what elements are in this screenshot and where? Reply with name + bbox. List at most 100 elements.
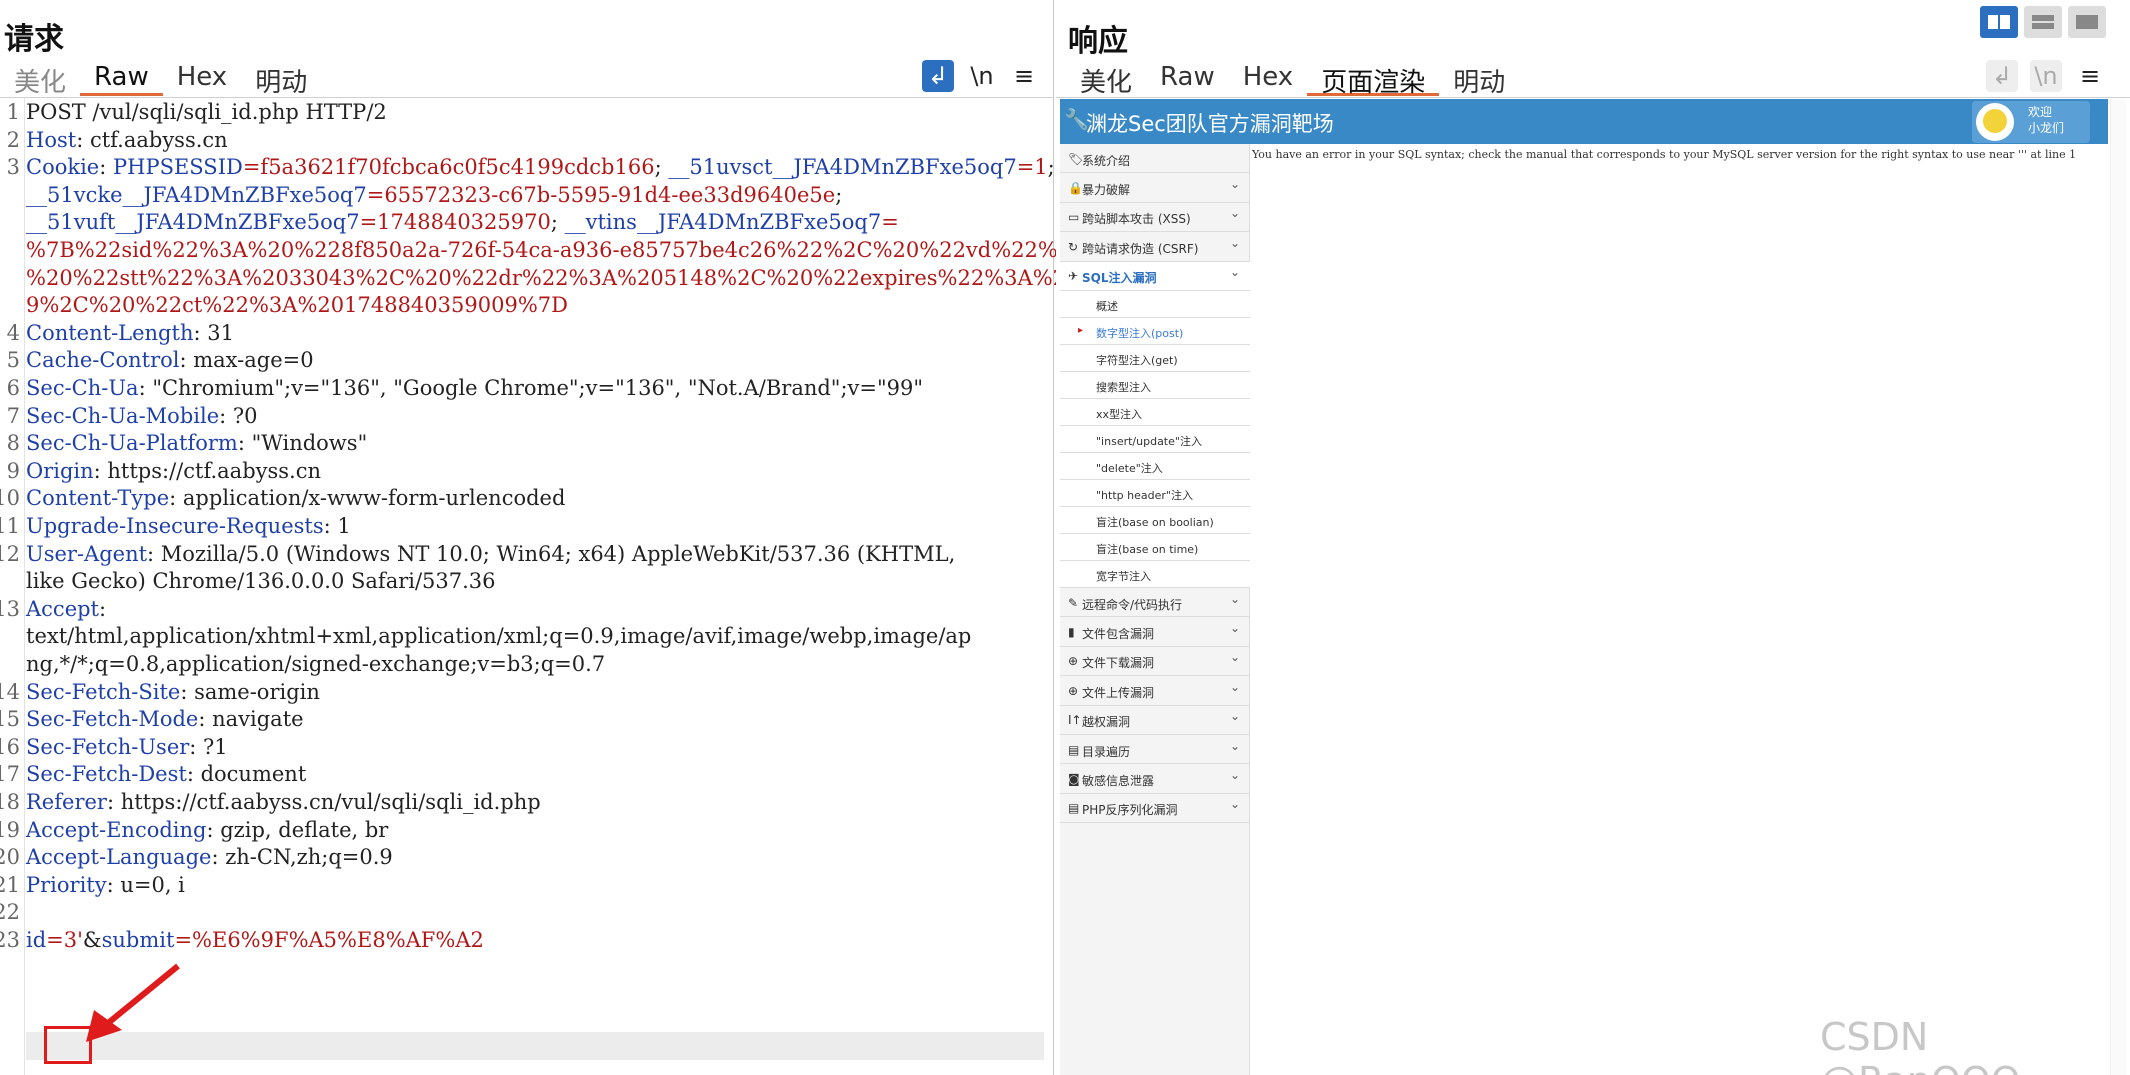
line-number: 18 xyxy=(0,790,20,814)
code-text: : application/x-www-form-urlencoded xyxy=(169,486,566,511)
tab-pretty[interactable]: 美化 xyxy=(0,58,80,98)
sidebar-item[interactable]: ▤ PHP反序列化漏洞 ⌄ xyxy=(1060,794,1250,824)
header-name: Content-Length xyxy=(26,320,194,345)
sidebar-label: xx型注入 xyxy=(1096,407,1143,421)
code-line[interactable]: __51vuft__JFA4DMnZBFxe5oq7=1748840325970… xyxy=(26,210,899,234)
sidebar-subitem[interactable]: ▸ 数字型注入(post) xyxy=(1060,318,1250,345)
code-text: ng,*/*;q=0.8,application/signed-exchange… xyxy=(26,652,606,676)
layout-side-by-side-icon[interactable] xyxy=(1980,6,2018,38)
code-line[interactable]: id=3'&submit=%E6%9F%A5%E8%AF%A2 xyxy=(26,928,484,952)
code-line[interactable]: Accept-Encoding: gzip, deflate, br xyxy=(26,818,388,842)
layout-stacked-icon[interactable] xyxy=(2024,6,2062,38)
header-name: Sec-Fetch-Mode xyxy=(26,707,199,732)
tab-render[interactable]: 页面渲染 xyxy=(1307,58,1440,98)
sidebar-subitem[interactable]: xx型注入 xyxy=(1060,399,1250,426)
sidebar-subitem[interactable]: 宽字节注入 xyxy=(1060,561,1250,588)
menu-icon: ⊕ xyxy=(1068,654,1079,669)
code-text: like Gecko) Chrome/136.0.0.0 Safari/537.… xyxy=(26,569,496,594)
code-line[interactable]: Accept-Language: zh-CN,zh;q=0.9 xyxy=(26,845,393,869)
sidebar-subitem[interactable]: "insert/update"注入 xyxy=(1060,426,1250,453)
sidebar-item[interactable]: ▭ 跨站脚本攻击 (XSS) ⌄ xyxy=(1060,203,1250,233)
code-line[interactable]: Sec-Ch-Ua: "Chromium";v="136", "Google C… xyxy=(26,376,923,400)
line-number: 12 xyxy=(0,541,20,566)
show-newlines-icon[interactable]: \n xyxy=(2030,60,2062,92)
sidebar-subitem[interactable]: 盲注(base on time) xyxy=(1060,534,1250,561)
header-name: Referer xyxy=(26,790,107,814)
layout-tabs-icon[interactable] xyxy=(2068,6,2106,38)
code-line[interactable]: Sec-Ch-Ua-Mobile: ?0 xyxy=(26,404,258,428)
chevron-down-icon: ⌄ xyxy=(1229,797,1240,812)
sidebar-item[interactable]: 🔒 暴力破解 ⌄ xyxy=(1060,173,1250,203)
sidebar-subitem[interactable]: 字符型注入(get) xyxy=(1060,345,1250,372)
sidebar-label: 文件下载漏洞 xyxy=(1082,656,1155,671)
code-line[interactable]: Sec-Ch-Ua-Platform: "Windows" xyxy=(26,431,367,455)
sidebar-subitem[interactable]: 概述 xyxy=(1060,291,1250,318)
sidebar-item[interactable]: 🏷 系统介绍 xyxy=(1060,144,1250,174)
sidebar-item[interactable]: ◙ 敏感信息泄露 ⌄ xyxy=(1060,764,1250,794)
menu-icon[interactable]: ≡ xyxy=(1008,60,1040,92)
code-text: & xyxy=(82,928,102,952)
code-line[interactable]: ng,*/*;q=0.8,application/signed-exchange… xyxy=(26,652,605,676)
code-line[interactable]: Accept: xyxy=(26,597,106,621)
code-line[interactable]: %20%22stt%22%3A%2033043%2C%20%22dr%22%3A… xyxy=(26,266,1226,290)
sidebar-subitem[interactable]: 搜索型注入 xyxy=(1060,372,1250,399)
show-newlines-icon[interactable]: \n xyxy=(966,60,998,92)
wrap-lines-icon[interactable]: ↲ xyxy=(1986,60,2018,92)
tab-inspector[interactable]: 明动 xyxy=(241,58,321,98)
code-line[interactable]: Priority: u=0, i xyxy=(26,873,185,897)
code-line[interactable]: POST /vul/sqli/sqli_id.php HTTP/2 xyxy=(26,100,387,124)
sidebar-label: "insert/update"注入 xyxy=(1096,434,1202,448)
line-number: 2 xyxy=(6,127,20,152)
user-avatar[interactable]: 欢迎 小龙们 xyxy=(1972,101,2090,143)
scrollbar[interactable] xyxy=(2110,99,2126,1075)
tab-raw[interactable]: Raw xyxy=(1146,58,1229,96)
code-line[interactable]: Host: ctf.aabyss.cn xyxy=(26,128,228,152)
code-line[interactable]: Content-Type: application/x-www-form-url… xyxy=(26,486,565,510)
watermark: CSDN @RanQQQ xyxy=(1820,1015,2021,1075)
sidebar-subitem[interactable]: "delete"注入 xyxy=(1060,453,1250,480)
code-line[interactable]: Origin: https://ctf.aabyss.cn xyxy=(26,459,321,483)
code-line[interactable]: 9%2C%20%22ct%22%3A%201748840359009%7D xyxy=(26,293,568,317)
sidebar-subitem[interactable]: "http header"注入 xyxy=(1060,480,1250,507)
tab-inspector[interactable]: 明动 xyxy=(1439,58,1519,98)
sidebar-subitem[interactable]: 盲注(base on boolian) xyxy=(1060,507,1250,534)
sidebar-item[interactable]: ✎ 远程命令/代码执行 ⌄ xyxy=(1060,588,1250,618)
sidebar-item[interactable]: ▤ 目录遍历 ⌄ xyxy=(1060,735,1250,765)
code-line[interactable]: Upgrade-Insecure-Requests: 1 xyxy=(26,514,351,538)
tab-raw[interactable]: Raw xyxy=(80,58,163,96)
code-line[interactable]: like Gecko) Chrome/136.0.0.0 Safari/537.… xyxy=(26,569,496,593)
code-line[interactable]: User-Agent: Mozilla/5.0 (Windows NT 10.0… xyxy=(26,542,955,566)
tab-hex[interactable]: Hex xyxy=(163,58,241,96)
code-line[interactable]: Sec-Fetch-Site: same-origin xyxy=(26,680,320,704)
header-name: PHPSESSID xyxy=(113,155,243,180)
code-line[interactable]: Referer: https://ctf.aabyss.cn/vul/sqli/… xyxy=(26,790,541,814)
code-line[interactable]: Sec-Fetch-Dest: document xyxy=(26,762,306,786)
line-number: 10 xyxy=(0,486,20,511)
code-line[interactable]: %7B%22sid%22%3A%20%228f850a2a-726f-54ca-… xyxy=(26,238,1196,262)
code-line[interactable]: Cookie: PHPSESSID=f5a3621f70fcbca6c0f5c4… xyxy=(26,155,1055,179)
wrap-lines-icon[interactable]: ↲ xyxy=(922,60,954,92)
code-line[interactable]: Cache-Control: max-age=0 xyxy=(26,348,314,372)
code-line[interactable]: __51vcke__JFA4DMnZBFxe5oq7=65572323-c67b… xyxy=(26,183,842,207)
chevron-down-icon: ⌄ xyxy=(1229,709,1240,724)
sidebar-item[interactable]: ⊕ 文件上传漏洞 ⌄ xyxy=(1060,676,1250,706)
code-line[interactable]: Sec-Fetch-User: ?1 xyxy=(26,735,228,759)
sidebar-item[interactable]: ✈ SQL注入漏洞 ⌄ xyxy=(1060,261,1250,291)
menu-icon[interactable]: ≡ xyxy=(2074,60,2106,92)
code-line[interactable]: text/html,application/xhtml+xml,applicat… xyxy=(26,624,971,648)
code-text: ; xyxy=(550,210,565,235)
tab-pretty[interactable]: 美化 xyxy=(1066,58,1146,98)
sidebar-item[interactable]: ⊕ 文件下载漏洞 ⌄ xyxy=(1060,647,1250,677)
sidebar-item[interactable]: ↻ 跨站请求伪造 (CSRF) ⌄ xyxy=(1060,232,1250,262)
code-text: : xyxy=(99,596,107,621)
sidebar-item[interactable]: ▮ 文件包含漏洞 ⌄ xyxy=(1060,617,1250,647)
sidebar-label: 字符型注入(get) xyxy=(1096,353,1178,367)
tab-hex[interactable]: Hex xyxy=(1229,58,1307,96)
chevron-down-icon: ⌄ xyxy=(1229,650,1240,665)
sidebar-item[interactable]: I↑ 越权漏洞 ⌄ xyxy=(1060,706,1250,735)
line-number: 17 xyxy=(0,762,20,787)
request-editor[interactable]: 1234567891011121314151617181920212223 PO… xyxy=(0,98,1226,1075)
code-line[interactable]: Sec-Fetch-Mode: navigate xyxy=(26,707,304,731)
menu-icon: 🏷 xyxy=(1068,151,1084,166)
code-line[interactable]: Content-Length: 31 xyxy=(26,321,234,345)
